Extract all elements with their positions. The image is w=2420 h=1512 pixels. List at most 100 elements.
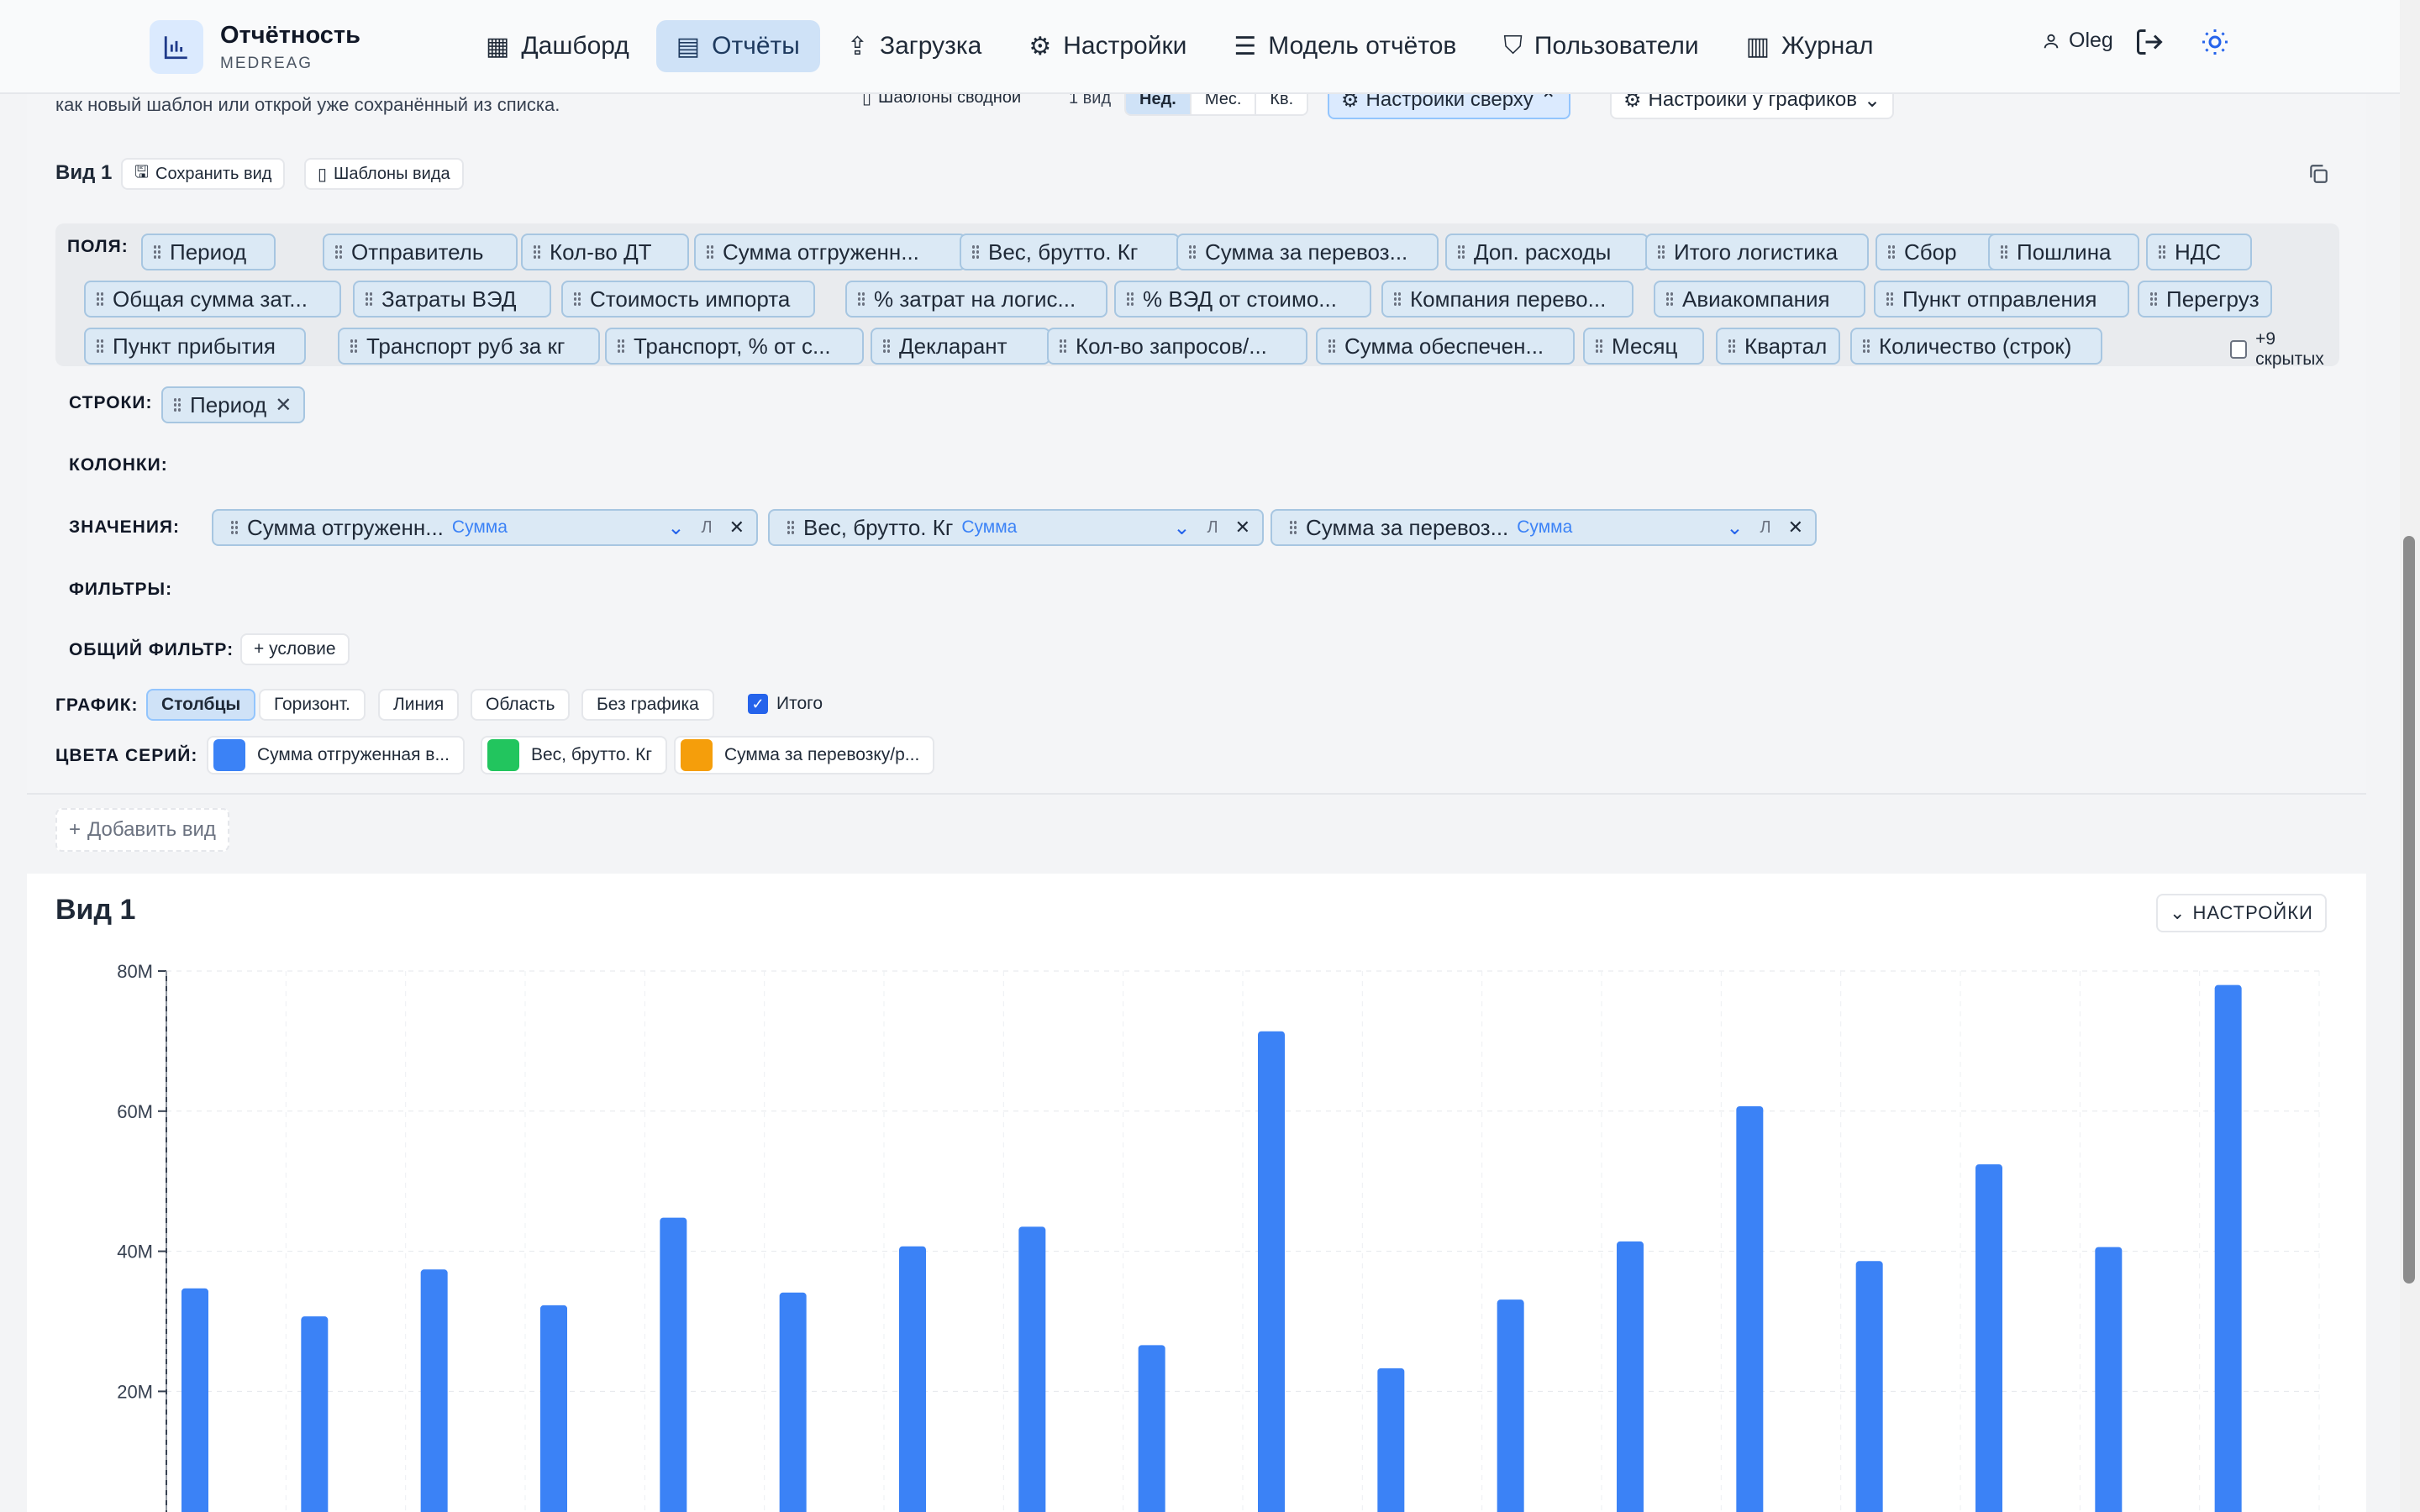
copy-icon[interactable] <box>2307 163 2329 189</box>
bar-0-2[interactable] <box>420 1269 448 1512</box>
bar-0-3[interactable] <box>540 1305 567 1512</box>
bar-0-0[interactable] <box>182 1288 208 1512</box>
hidden-checkbox[interactable] <box>2230 340 2248 359</box>
field-chip[interactable]: Количество (строк) <box>1850 328 2102 365</box>
bar-0-14[interactable] <box>1855 1261 1883 1512</box>
field-chip[interactable]: Затраты ВЭД <box>353 281 551 318</box>
value-chip[interactable]: Сумма отгруженн... Сумма ⌄ Л ✕ <box>212 509 758 546</box>
bar-0-11[interactable] <box>1497 1299 1524 1512</box>
field-chip[interactable]: Доп. расходы <box>1445 234 1649 270</box>
nav-item-2[interactable]: ⇪ Загрузка <box>827 20 1002 72</box>
chart-type-4[interactable]: Без графика <box>581 689 714 721</box>
bar-0-4[interactable] <box>660 1217 687 1512</box>
drag-handle-icon[interactable] <box>2158 244 2166 260</box>
field-chip[interactable]: Пункт отправления <box>1874 281 2129 318</box>
bar-0-13[interactable] <box>1736 1105 1764 1512</box>
bar-0-10[interactable] <box>1377 1368 1405 1512</box>
field-chip[interactable]: Кол-во запросов/... <box>1047 328 1307 365</box>
drag-handle-icon[interactable] <box>173 397 182 412</box>
remove-icon[interactable]: ✕ <box>275 393 292 417</box>
series-color-0[interactable]: Сумма отгруженная в... <box>207 736 465 774</box>
field-chip[interactable]: Вес, брутто. Кг <box>960 234 1180 270</box>
chevron-down-icon[interactable]: ⌄ <box>667 516 684 540</box>
scrollbar-thumb[interactable] <box>2403 536 2415 1284</box>
drag-handle-icon[interactable] <box>786 520 795 535</box>
color-swatch[interactable] <box>213 739 245 771</box>
scrollbar[interactable] <box>2400 0 2420 1512</box>
color-swatch[interactable] <box>487 739 519 771</box>
chevron-down-icon[interactable]: ⌄ <box>1173 516 1190 540</box>
chart-type-3[interactable]: Область <box>471 689 571 721</box>
drag-handle-icon[interactable] <box>2000 244 2008 260</box>
drag-handle-icon[interactable] <box>96 339 104 354</box>
bar-0-5[interactable] <box>779 1292 807 1512</box>
drag-handle-icon[interactable] <box>857 291 865 307</box>
nav-item-6[interactable]: ▥ Журнал <box>1726 20 1894 72</box>
drag-handle-icon[interactable] <box>1059 339 1067 354</box>
field-chip[interactable]: Сумма за перевоз... <box>1176 234 1439 270</box>
chevron-down-icon[interactable]: ⌄ <box>1726 516 1743 540</box>
drag-handle-icon[interactable] <box>706 244 714 260</box>
save-view-button[interactable]: 🖫 Сохранить вид <box>121 158 286 190</box>
chart-type-0[interactable]: Столбцы <box>146 689 256 721</box>
total-toggle[interactable]: ✓ Итого <box>748 694 823 714</box>
field-chip[interactable]: Перегруз <box>2138 281 2272 318</box>
drag-handle-icon[interactable] <box>2149 291 2158 307</box>
series-color-2[interactable]: Сумма за перевозку/р... <box>674 736 935 774</box>
remove-icon[interactable]: ✕ <box>1235 517 1250 538</box>
drag-handle-icon[interactable] <box>1886 291 1894 307</box>
field-chip[interactable]: Квартал <box>1716 328 1840 365</box>
color-swatch[interactable] <box>681 739 713 771</box>
bar-0-12[interactable] <box>1617 1241 1644 1512</box>
bar-0-16[interactable] <box>2095 1247 2123 1512</box>
view-templates-button[interactable]: ▯ Шаблоны вида <box>304 158 464 190</box>
drag-handle-icon[interactable] <box>617 339 625 354</box>
value-flag[interactable]: Л <box>701 518 712 538</box>
series-color-1[interactable]: Вес, брутто. Кг <box>481 736 668 774</box>
field-chip[interactable]: Транспорт, % от с... <box>605 328 864 365</box>
remove-icon[interactable]: ✕ <box>1788 517 1803 538</box>
nav-item-3[interactable]: ⚙ Настройки <box>1008 20 1207 72</box>
drag-handle-icon[interactable] <box>350 339 358 354</box>
field-chip[interactable]: % затрат на логис... <box>845 281 1107 318</box>
drag-handle-icon[interactable] <box>230 520 239 535</box>
bar-0-17[interactable] <box>2214 984 2242 1512</box>
user-menu[interactable]: Oleg <box>2042 29 2113 53</box>
bar-0-8[interactable] <box>1138 1345 1165 1512</box>
bar-0-1[interactable] <box>301 1316 329 1512</box>
value-flag[interactable]: Л <box>1760 518 1770 538</box>
nav-item-0[interactable]: ▦ Дашборд <box>466 20 650 72</box>
drag-handle-icon[interactable] <box>1393 291 1402 307</box>
value-chip[interactable]: Сумма за перевоз... Сумма ⌄ Л ✕ <box>1270 509 1817 546</box>
add-condition-button[interactable]: + условие <box>240 633 350 665</box>
drag-handle-icon[interactable] <box>1595 339 1603 354</box>
brand[interactable]: Отчётность MEDREAG <box>150 20 360 74</box>
aggregation-select[interactable]: Сумма <box>1517 517 1718 538</box>
drag-handle-icon[interactable] <box>1328 339 1336 354</box>
chart-type-2[interactable]: Линия <box>378 689 460 721</box>
drag-handle-icon[interactable] <box>1728 339 1736 354</box>
nav-item-4[interactable]: ☰ Модель отчётов <box>1213 20 1476 72</box>
field-chip[interactable]: Период <box>141 234 276 270</box>
checkmark-icon[interactable]: ✓ <box>748 694 768 714</box>
drag-handle-icon[interactable] <box>1126 291 1134 307</box>
remove-icon[interactable]: ✕ <box>729 517 744 538</box>
field-chip[interactable]: Пошлина <box>1988 234 2139 270</box>
field-chip[interactable]: Отправитель <box>323 234 518 270</box>
field-chip[interactable]: Декларант <box>871 328 1050 365</box>
aggregation-select[interactable]: Сумма <box>452 517 659 538</box>
field-chip[interactable]: Сбор <box>1876 234 2000 270</box>
bar-0-7[interactable] <box>1018 1226 1046 1512</box>
bar-0-6[interactable] <box>899 1246 926 1512</box>
drag-handle-icon[interactable] <box>1657 244 1665 260</box>
drag-handle-icon[interactable] <box>334 244 343 260</box>
field-chip[interactable]: Месяц <box>1583 328 1704 365</box>
field-chip[interactable]: Пункт прибытия <box>84 328 306 365</box>
field-chip[interactable]: Сумма отгруженн... <box>694 234 966 270</box>
field-chip[interactable]: Кол-во ДТ <box>521 234 689 270</box>
drag-handle-icon[interactable] <box>533 244 541 260</box>
drag-handle-icon[interactable] <box>971 244 980 260</box>
field-chip[interactable]: Транспорт руб за кг <box>338 328 600 365</box>
drag-handle-icon[interactable] <box>153 244 161 260</box>
nav-item-5[interactable]: ⛉ Пользователи <box>1483 20 1718 72</box>
